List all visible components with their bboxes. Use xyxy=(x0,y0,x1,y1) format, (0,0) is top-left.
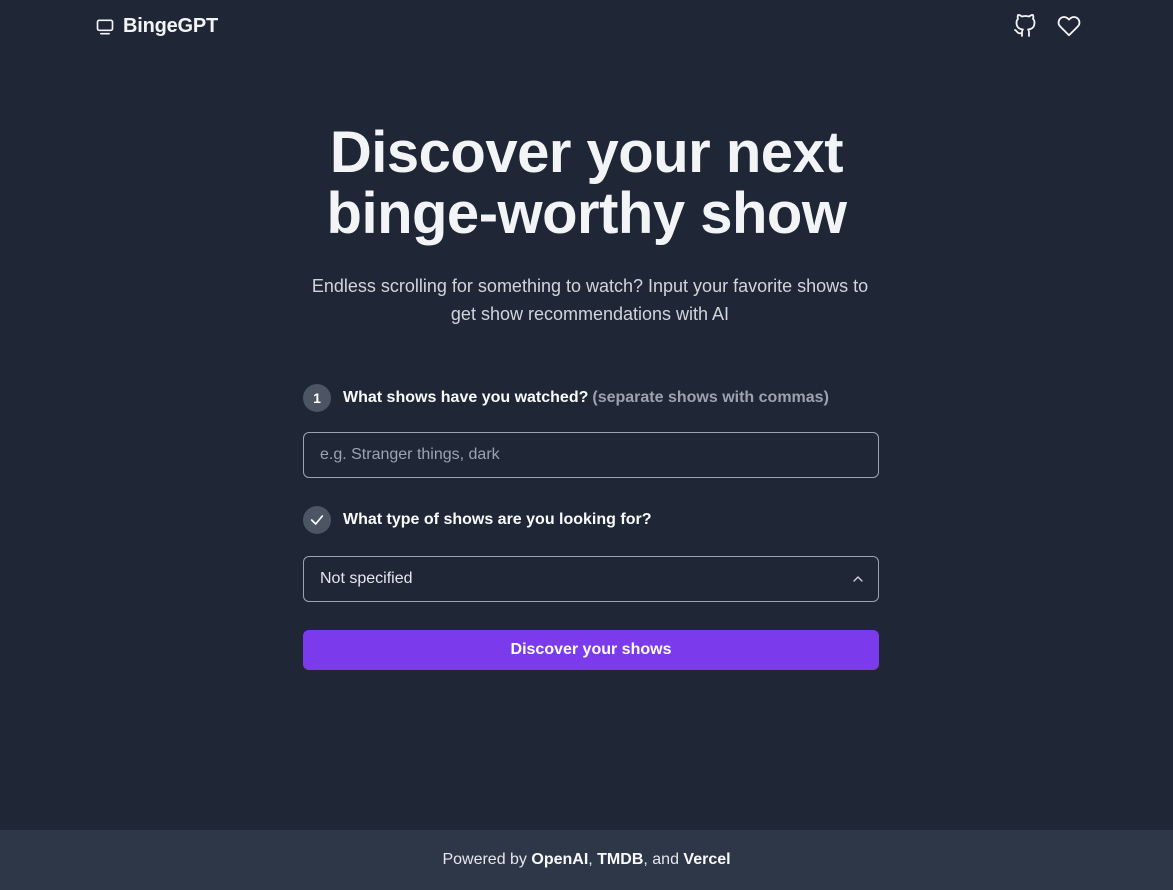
shows-watched-input[interactable] xyxy=(303,432,879,478)
heart-icon xyxy=(1057,14,1081,38)
github-icon xyxy=(1013,14,1037,38)
tv-icon xyxy=(95,17,115,37)
footer-link-vercel[interactable]: Vercel xyxy=(683,851,730,868)
discover-shows-button[interactable]: Discover your shows xyxy=(303,630,879,670)
hero-title-line-1: Discover your next xyxy=(329,120,844,185)
recommendation-form: 1 What shows have you watched? (separate … xyxy=(303,384,879,670)
favorites-link[interactable] xyxy=(1057,14,1081,38)
top-header: BingeGPT xyxy=(0,0,1173,56)
check-icon xyxy=(309,512,325,528)
footer-separator: , xyxy=(588,851,598,868)
header-actions xyxy=(1013,14,1081,38)
footer-separator: , and xyxy=(643,851,684,868)
footer: Powered by OpenAI, TMDB, and Vercel xyxy=(0,830,1173,890)
step-2: What type of shows are you looking for? xyxy=(303,506,879,534)
footer-prefix: Powered by xyxy=(442,851,532,868)
chevron-up-icon xyxy=(850,571,866,587)
brand-name: BingeGPT xyxy=(123,15,219,37)
step-1-label: What shows have you watched? xyxy=(343,389,589,406)
step-2-label: What type of shows are you looking for? xyxy=(343,511,652,528)
show-type-selected-value: Not specified xyxy=(320,570,413,587)
hero-subtitle: Endless scrolling for something to watch… xyxy=(311,276,869,324)
footer-link-openai[interactable]: OpenAI xyxy=(531,851,588,868)
brand-link[interactable]: BingeGPT xyxy=(95,15,218,38)
step-1-badge: 1 xyxy=(303,384,331,412)
step-1-hint: (separate shows with commas) xyxy=(592,389,829,406)
hero-title: Discover your next binge-worthy show xyxy=(0,122,1173,244)
step-2-badge xyxy=(303,506,331,534)
github-link[interactable] xyxy=(1013,14,1037,38)
step-1-heading: What shows have you watched? (separate sh… xyxy=(343,389,829,407)
footer-text: Powered by OpenAI, TMDB, and Vercel xyxy=(442,851,730,869)
show-type-select[interactable]: Not specified xyxy=(303,556,879,602)
hero-title-line-2: binge-worthy show xyxy=(326,181,847,246)
footer-link-tmdb[interactable]: TMDB xyxy=(597,851,643,868)
step-1: 1 What shows have you watched? (separate … xyxy=(303,384,879,412)
